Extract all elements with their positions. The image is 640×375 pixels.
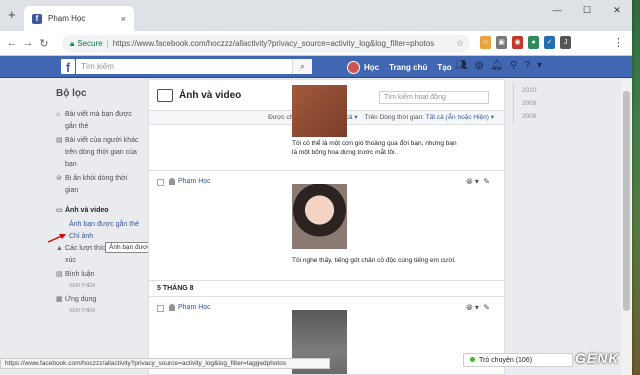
list-item: Phạm Học 🌐︎ ▾ ✎ Tôi nghe thấy, tiếng gót… (149, 171, 504, 281)
header-nav: Học Trang chủ Tạo (347, 59, 462, 75)
help-icon[interactable]: ? (524, 60, 530, 71)
watermark-logo: GENK (575, 350, 620, 366)
create-link[interactable]: Tạo (437, 63, 451, 72)
filter-apps[interactable]: ▦ Ứng dụng (56, 294, 142, 306)
filter-photos-videos[interactable]: ▭ Ảnh và video (56, 205, 142, 217)
filter-hidden[interactable]: ⊘ Bị ẩn khỏi dòng thời gian (56, 173, 142, 197)
status-bar-url: https://www.facebook.com/hoczzz/allactiv… (0, 358, 330, 369)
home-link[interactable]: Trang chủ (389, 63, 427, 72)
activity-panel: Ảnh và video Tìm kiếm hoạt động Được chi… (148, 79, 505, 375)
date-header: 5 THÁNG 8 (157, 285, 194, 292)
photos-icon: ▭ (56, 207, 63, 214)
reload-icon[interactable]: ↻ (36, 37, 52, 50)
search-placeholder: Tìm kiếm (81, 62, 114, 71)
find-friends-icon[interactable]: ⚲ (510, 60, 517, 71)
account-dropdown-icon[interactable]: ▾ (537, 60, 542, 71)
list-item: Tôi có thể là một cơn gió thoảng qua đời… (149, 85, 504, 171)
tab-close-icon[interactable]: × (121, 14, 126, 24)
facebook-favicon-icon: f (32, 13, 42, 24)
red-arrow-icon (47, 234, 66, 243)
messenger-icon[interactable]: ◍ (475, 60, 484, 71)
see-more-link[interactable]: XEM THÊM (56, 283, 142, 289)
extension-red-icon[interactable]: ◉ (512, 36, 523, 49)
like-icon: ▲ (56, 245, 63, 252)
facebook-search-input[interactable]: Tìm kiếm ⌕ (76, 59, 312, 74)
filter-tagged-photos[interactable]: Ảnh bạn được gắn thẻ (56, 219, 142, 231)
timeline-dropdown[interactable]: Tất cả (Ẩn hoặc Hiện) ▾ (426, 114, 494, 121)
browser-toolbar: ← → ↻ 🔒︎ Secure | https://www.facebook.c… (0, 31, 632, 56)
page-scrollbar[interactable] (621, 79, 632, 375)
comment-icon: ▤ (56, 137, 63, 144)
back-arrow-icon[interactable]: ← (4, 37, 20, 49)
close-window-button[interactable]: ✕ (602, 0, 632, 20)
secure-label: Secure (77, 39, 103, 48)
apps-icon: ▦ (56, 296, 63, 303)
chat-button[interactable]: Trò chuyện (106) (463, 353, 573, 367)
lock-icon: 🔒︎ (70, 38, 75, 48)
facebook-header: f Tìm kiếm ⌕ Học Trang chủ Tạo 👥︎ ◍ 🔔︎ ⚲… (0, 56, 632, 78)
photo-thumbnail[interactable] (292, 184, 347, 249)
search-icon[interactable]: ⌕ (292, 59, 312, 74)
year-list: 2010 2009 2008 (513, 84, 536, 123)
tag-icon: ⌂ (56, 111, 61, 118)
user-link[interactable]: Phạm Học (169, 178, 211, 185)
tab-title: Phạm Học (48, 14, 86, 23)
friend-requests-icon[interactable]: 👥︎ (455, 60, 468, 71)
filter-tagged-posts[interactable]: ⌂ Bài viết mà bạn được gắn thẻ (56, 109, 142, 133)
extension-green-icon[interactable]: ● (528, 36, 539, 49)
filter-heading: Bộ lọc (56, 88, 87, 99)
photo-caption: Tôi nghe thấy, tiếng gót chân cô độc cùn… (292, 257, 456, 264)
photo-caption: Tôi có thể là một cơn gió thoảng qua đời… (292, 140, 457, 156)
scrollbar-thumb[interactable] (623, 91, 630, 311)
filter-sidebar: Bộ lọc ⌂ Bài viết mà bạn được gắn thẻ ▤ … (56, 88, 142, 319)
year-link[interactable]: 2008 (522, 110, 536, 123)
comments-icon: ▤ (56, 271, 63, 278)
extension-icons: ☺ ▣ ◉ ● ✓ J (480, 36, 571, 49)
url-text: https://www.facebook.com/hoczzz/allactiv… (112, 39, 435, 48)
filter-comments[interactable]: ▤ Bình luận (56, 269, 142, 281)
extension-orange-icon[interactable]: ☺ (480, 36, 491, 49)
minimize-button[interactable]: — (542, 0, 572, 20)
browser-tab[interactable]: f Phạm Học × (24, 6, 134, 31)
browser-menu-icon[interactable]: ⋮ (613, 36, 624, 49)
forward-arrow-icon[interactable]: → (20, 37, 36, 49)
page-title: Ảnh và video (179, 89, 242, 101)
date-header-row: 5 THÁNG 8 (149, 281, 504, 297)
browser-window: + f Phạm Học × — ☐ ✕ ← → ↻ 🔒︎ Secure | h… (0, 0, 632, 375)
person-icon (169, 304, 175, 311)
notifications-icon[interactable]: 🔔︎ (490, 60, 503, 71)
entry-checkbox[interactable] (157, 179, 164, 186)
filter-others-posts[interactable]: ▤ Bài viết của người khác trên dòng thời… (56, 135, 142, 171)
extension-gray-icon[interactable]: ▣ (496, 36, 507, 49)
avatar[interactable] (347, 60, 360, 74)
activity-search-input[interactable]: Tìm kiếm hoạt động (379, 91, 489, 104)
tab-strip: + f Phạm Học × — ☐ ✕ (0, 0, 632, 31)
year-link[interactable]: 2009 (522, 97, 536, 110)
online-dot-icon (470, 357, 475, 362)
new-tab-button[interactable]: + (8, 8, 16, 21)
bookmark-star-icon[interactable]: ☆ (456, 38, 464, 49)
facebook-logo-icon[interactable]: f (61, 59, 75, 75)
privacy-globe-icon[interactable]: 🌐︎ ▾ ✎ (466, 177, 490, 187)
maximize-button[interactable]: ☐ (572, 0, 602, 20)
profile-link[interactable]: Học (364, 63, 379, 72)
hidden-icon: ⊘ (56, 175, 62, 182)
extension-j-icon[interactable]: J (560, 36, 571, 49)
user-link[interactable]: Phạm Học (169, 304, 211, 311)
year-link[interactable]: 2010 (522, 84, 536, 97)
header-icons: 👥︎ ◍ 🔔︎ ⚲ ? ▾ (455, 60, 542, 71)
see-more-apps-link[interactable]: XEM THÊM (56, 308, 142, 314)
address-bar[interactable]: 🔒︎ Secure | https://www.facebook.com/hoc… (62, 35, 470, 52)
photos-video-icon (157, 88, 173, 102)
extension-blue-icon[interactable]: ✓ (544, 36, 555, 49)
privacy-globe-icon[interactable]: 🌐︎ ▾ ✎ (466, 303, 490, 313)
person-icon (169, 178, 175, 185)
photo-thumbnail[interactable] (292, 85, 347, 137)
window-controls: — ☐ ✕ (542, 0, 632, 20)
entry-checkbox[interactable] (157, 305, 164, 312)
